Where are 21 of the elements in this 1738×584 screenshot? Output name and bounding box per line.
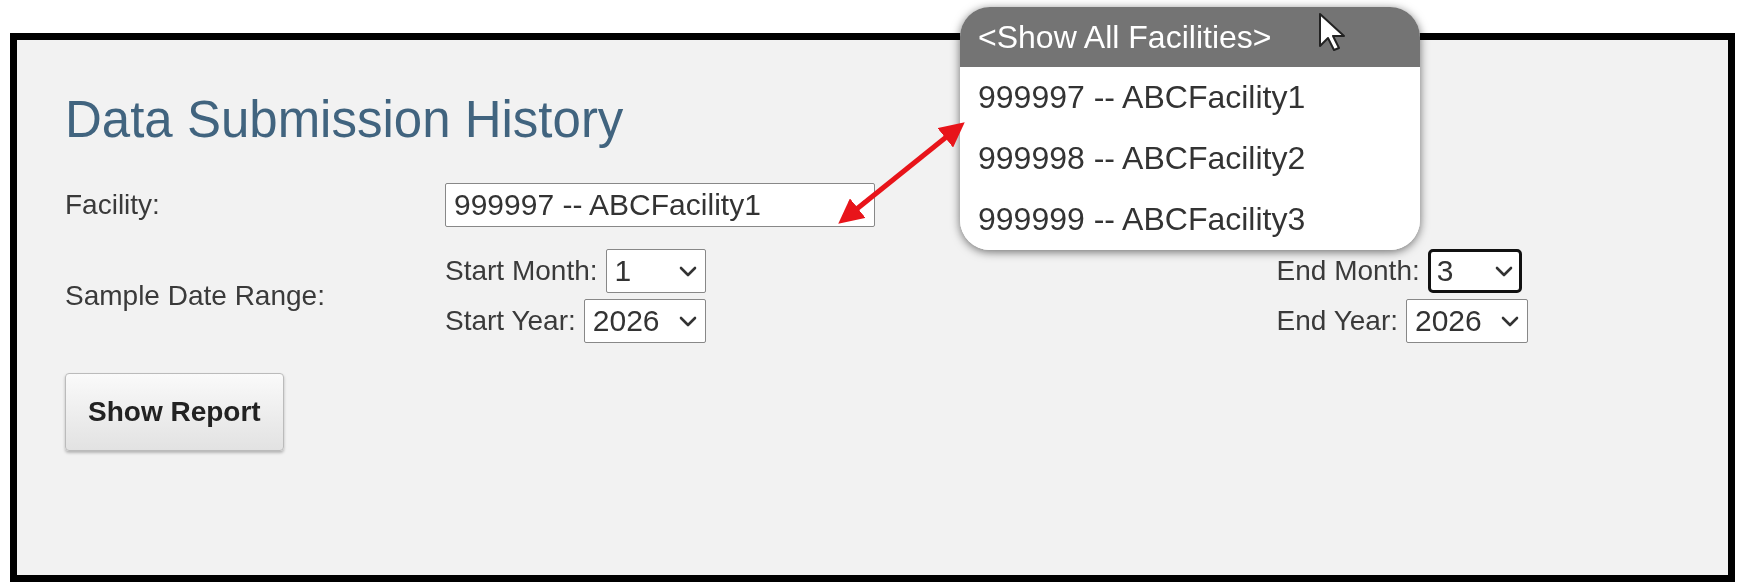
chevron-down-icon [1501, 315, 1519, 327]
dropdown-select[interactable]: 2026 [1406, 299, 1528, 343]
cursor-icon [1319, 13, 1345, 51]
dropdown-option[interactable]: 999997 -- ABCFacility1 [960, 67, 1420, 128]
field-label: Facility: [65, 189, 161, 221]
field-label: Start Year: [445, 305, 576, 337]
field-label: Sample Date Range: [65, 280, 326, 312]
chevron-down-icon [678, 265, 697, 277]
field-label: Start Month: [445, 255, 598, 287]
dropdown-select[interactable]: 3 [1427, 249, 1522, 293]
dropdown-option[interactable]: <Show All Facilities> [960, 7, 1420, 67]
dropdown-option[interactable]: 999998 -- ABCFacility2 [960, 128, 1420, 189]
chevron-down-icon [678, 315, 697, 327]
dropdown-option[interactable]: 999999 -- ABCFacility3 [960, 189, 1420, 250]
field-label: End Year: [1276, 305, 1398, 337]
dropdown-select[interactable]: 2026 [583, 299, 706, 343]
field-label: End Month: [1276, 255, 1420, 287]
show-report-button[interactable]: Show Report [65, 373, 284, 451]
chevron-down-icon [1494, 265, 1513, 277]
dropdown-select[interactable]: 1 [605, 249, 706, 293]
page-title: Data Submission History [65, 90, 624, 149]
